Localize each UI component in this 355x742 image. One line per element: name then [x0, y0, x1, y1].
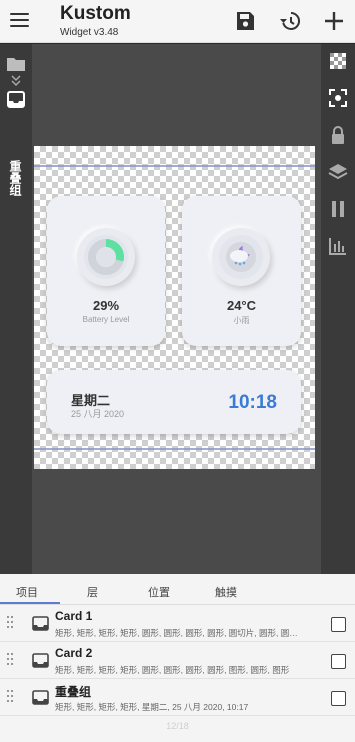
layer-label[interactable]: 重叠组: [8, 160, 22, 196]
guide-line: [34, 165, 315, 167]
overlap-group-icon: [32, 690, 49, 705]
tab-touch[interactable]: 触摸: [215, 584, 237, 600]
list-item[interactable]: 重叠组 矩形, 矩形, 矩形, 矩形, 星期二, 25 八月 2020, 10:…: [0, 679, 355, 716]
add-icon[interactable]: [322, 9, 346, 33]
tab-items[interactable]: 项目: [16, 584, 38, 600]
page-indicator: 12/18: [166, 721, 189, 731]
guide-line: [34, 448, 315, 450]
pause-icon[interactable]: [326, 197, 350, 221]
app-bar: Kustom Widget v3.48: [0, 0, 355, 43]
save-icon[interactable]: [233, 9, 257, 33]
items-panel: 项目 层 位置 触摸 Card 1 矩形, 矩形, 矩形, 矩形, 圆形, 圆形…: [0, 574, 355, 742]
overlap-group-icon: [32, 653, 49, 668]
date: 25 八月 2020: [71, 409, 125, 419]
bar-chart-icon[interactable]: [326, 234, 350, 258]
left-sidebar: 重叠组: [0, 44, 32, 574]
time: 10:18: [228, 392, 277, 413]
battery-gauge: [84, 235, 128, 279]
layers-icon[interactable]: [326, 160, 350, 184]
weather-ring: [212, 228, 270, 286]
clock-card[interactable]: 星期二 25 八月 2020 10:18: [47, 370, 301, 434]
item-name: Card 1: [55, 609, 93, 623]
item-name: Card 2: [55, 646, 93, 660]
item-checkbox[interactable]: [331, 617, 346, 632]
inbox-icon[interactable]: [5, 89, 27, 111]
list-item[interactable]: Card 2 矩形, 矩形, 矩形, 矩形, 圆形, 圆形, 圆形, 圆形, 图…: [0, 642, 355, 679]
lock-icon[interactable]: [326, 124, 350, 148]
battery-label: Battery Level: [82, 315, 130, 324]
drag-handle-icon[interactable]: [7, 616, 13, 632]
double-chevron-down-icon[interactable]: [5, 74, 27, 88]
item-description: 矩形, 矩形, 矩形, 矩形, 星期二, 25 八月 2020, 10:17: [55, 702, 249, 712]
weather-condition: 小雨: [233, 316, 250, 325]
battery-card[interactable]: 29% Battery Level: [47, 196, 165, 346]
drag-handle-icon[interactable]: [7, 690, 13, 706]
app-subtitle: Widget v3.48: [60, 27, 119, 38]
weather-temp: 24°C: [226, 298, 257, 313]
item-checkbox[interactable]: [331, 691, 346, 706]
drag-handle-icon[interactable]: [7, 653, 13, 669]
item-description: 矩形, 矩形, 矩形, 矩形, 圆形, 圆形, 圆形, 圆形, 圆切片, 圆形,…: [55, 628, 298, 638]
list-item[interactable]: Card 1 矩形, 矩形, 矩形, 矩形, 圆形, 圆形, 圆形, 圆形, 圆…: [0, 605, 355, 642]
item-checkbox[interactable]: [331, 654, 346, 669]
weather-icon-holder: [219, 235, 263, 279]
menu-icon[interactable]: [10, 12, 29, 28]
focus-icon[interactable]: [326, 86, 350, 110]
item-description: 矩形, 矩形, 矩形, 矩形, 圆形, 圆形, 圆形, 圆形, 图形, 圆形, …: [55, 665, 290, 675]
history-icon[interactable]: [278, 9, 302, 33]
checkerboard-icon[interactable]: [326, 49, 350, 73]
tab-layer[interactable]: 层: [87, 584, 98, 600]
active-tab-indicator: [0, 602, 60, 604]
weather-card[interactable]: 24°C 小雨: [182, 196, 301, 346]
battery-value: 29%: [92, 298, 120, 313]
folder-icon[interactable]: [5, 53, 27, 75]
tab-bar: 项目 层 位置 触摸: [0, 574, 355, 605]
app-title: Kustom: [60, 3, 131, 24]
item-name: 重叠组: [55, 685, 92, 699]
tab-position[interactable]: 位置: [148, 584, 170, 600]
overlap-group-icon: [32, 616, 49, 631]
rain-cloud-icon: [226, 242, 256, 272]
battery-ring: [77, 228, 135, 286]
right-sidebar: [321, 44, 355, 574]
